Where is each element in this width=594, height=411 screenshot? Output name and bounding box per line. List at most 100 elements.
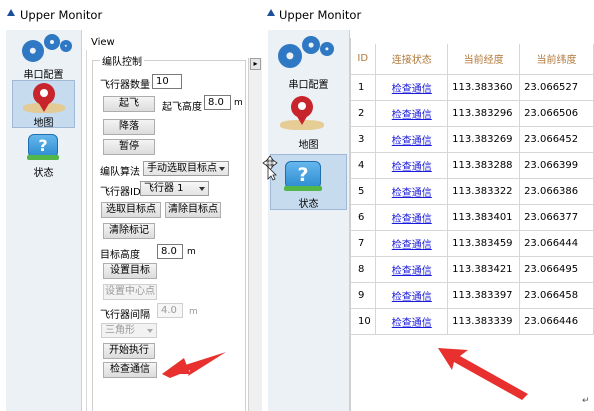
nav-label: 串口配置 bbox=[288, 80, 329, 91]
cell-connection-status[interactable]: 检查通信 bbox=[375, 308, 449, 335]
left-window-title: Upper Monitor bbox=[20, 8, 103, 22]
check-comm-link[interactable]: 检查通信 bbox=[392, 136, 432, 147]
takeoff-height-unit: m bbox=[234, 98, 243, 108]
table-row[interactable]: 2 检查通信 113.383296 23.066506 bbox=[350, 100, 594, 127]
drone-id-select[interactable]: 飞行器 1 bbox=[140, 181, 209, 196]
column-header-status[interactable]: 连接状态 bbox=[375, 44, 449, 75]
spacing-input[interactable]: 4.0 bbox=[157, 303, 183, 318]
cell-longitude: 113.383397 bbox=[447, 282, 521, 309]
table-row[interactable]: 4 检查通信 113.383288 23.066399 bbox=[350, 152, 594, 179]
nav-item-status[interactable]: ? 状态 bbox=[270, 154, 347, 210]
app-logo-icon bbox=[266, 8, 276, 18]
check-comm-link[interactable]: 检查通信 bbox=[392, 292, 432, 303]
cell-id: 3 bbox=[350, 126, 377, 153]
right-titlebar: Upper Monitor bbox=[264, 0, 594, 30]
formation-algo-select[interactable]: 手动选取目标点 bbox=[143, 161, 229, 176]
table-row[interactable]: 5 检查通信 113.383322 23.066386 bbox=[350, 178, 594, 205]
cell-longitude: 113.383296 bbox=[447, 100, 521, 127]
chevron-down-icon bbox=[147, 329, 153, 333]
left-titlebar: Upper Monitor bbox=[0, 0, 262, 30]
nav-item-map[interactable]: 地图 bbox=[268, 92, 349, 151]
nav-label: 串口配置 bbox=[23, 70, 64, 81]
pause-button[interactable]: 暂停 bbox=[103, 139, 155, 155]
cell-connection-status[interactable]: 检查通信 bbox=[375, 230, 449, 257]
vertical-scrollbar[interactable] bbox=[248, 58, 262, 411]
clear-marks-button[interactable]: 清除标记 bbox=[103, 223, 155, 239]
table-row[interactable]: 9 检查通信 113.383397 23.066458 bbox=[350, 282, 594, 309]
check-comm-link[interactable]: 检查通信 bbox=[392, 214, 432, 225]
move-cursor-icon bbox=[262, 155, 278, 181]
scroll-arrow-icon[interactable]: ▸ bbox=[250, 58, 261, 70]
cell-id: 9 bbox=[350, 282, 377, 309]
check-comm-button[interactable]: 检查通信 bbox=[103, 362, 157, 378]
nav-item-serial-config[interactable]: 串口配置 bbox=[268, 30, 349, 91]
question-icon: ? bbox=[284, 161, 322, 191]
cell-longitude: 113.383322 bbox=[447, 178, 521, 205]
takeoff-height-label: 起飞高度 bbox=[162, 102, 202, 113]
cell-id: 10 bbox=[350, 308, 377, 335]
check-comm-link[interactable]: 检查通信 bbox=[392, 162, 432, 173]
right-window-title: Upper Monitor bbox=[279, 8, 362, 22]
view-label: View bbox=[91, 37, 115, 48]
column-header-longitude[interactable]: 当前经度 bbox=[447, 44, 521, 75]
cell-connection-status[interactable]: 检查通信 bbox=[375, 74, 449, 101]
map-pin-icon bbox=[23, 83, 65, 113]
spacing-label: 飞行器间隔 bbox=[100, 310, 150, 321]
nav-item-serial-config[interactable]: 串口配置 bbox=[6, 30, 81, 81]
cell-connection-status[interactable]: 检查通信 bbox=[375, 256, 449, 283]
land-button[interactable]: 降落 bbox=[103, 119, 155, 135]
left-nav-sidebar: 串口配置 地图 ? 状态 bbox=[6, 30, 82, 411]
cell-id: 5 bbox=[350, 178, 377, 205]
cell-longitude: 113.383269 bbox=[447, 126, 521, 153]
cell-latitude: 23.066399 bbox=[519, 152, 594, 179]
cell-id: 7 bbox=[350, 230, 377, 257]
table-row[interactable]: 3 检查通信 113.383269 23.066452 bbox=[350, 126, 594, 153]
cell-connection-status[interactable]: 检查通信 bbox=[375, 126, 449, 153]
target-height-label: 目标高度 bbox=[100, 250, 140, 261]
clear-target-button[interactable]: 清除目标点 bbox=[165, 202, 221, 218]
column-header-id[interactable]: ID bbox=[350, 44, 377, 75]
cell-connection-status[interactable]: 检查通信 bbox=[375, 282, 449, 309]
takeoff-height-input[interactable]: 8.0 bbox=[204, 95, 231, 110]
drone-count-input[interactable]: 10 bbox=[152, 74, 182, 89]
status-table: ID 连接状态 当前经度 当前纬度 1 检查通信 113.383360 23.0665… bbox=[350, 44, 594, 335]
view-header: View bbox=[86, 35, 248, 49]
check-comm-link[interactable]: 检查通信 bbox=[392, 84, 432, 95]
cell-latitude: 23.066377 bbox=[519, 204, 594, 231]
cell-connection-status[interactable]: 检查通信 bbox=[375, 152, 449, 179]
drone-id-label: 飞行器ID bbox=[100, 187, 141, 198]
set-center-button[interactable]: 设置中心点 bbox=[103, 284, 157, 300]
pick-target-button[interactable]: 选取目标点 bbox=[101, 202, 161, 218]
check-comm-link[interactable]: 检查通信 bbox=[392, 188, 432, 199]
table-row[interactable]: 1 检查通信 113.383360 23.066527 bbox=[350, 74, 594, 101]
map-pin-icon bbox=[280, 96, 324, 130]
target-height-input[interactable]: 8.0 bbox=[157, 244, 183, 259]
select-value: 三角形 bbox=[105, 325, 135, 336]
table-row[interactable]: 7 检查通信 113.383459 23.066444 bbox=[350, 230, 594, 257]
start-button[interactable]: 开始执行 bbox=[103, 343, 155, 359]
column-header-latitude[interactable]: 当前纬度 bbox=[519, 44, 594, 75]
table-row[interactable]: 8 检查通信 113.383421 23.066495 bbox=[350, 256, 594, 283]
cell-connection-status[interactable]: 检查通信 bbox=[375, 204, 449, 231]
nav-item-status[interactable]: ? 状态 bbox=[6, 130, 81, 179]
cell-connection-status[interactable]: 检查通信 bbox=[375, 178, 449, 205]
chevron-down-icon bbox=[199, 187, 205, 191]
check-comm-link[interactable]: 检查通信 bbox=[392, 240, 432, 251]
check-comm-link[interactable]: 检查通信 bbox=[392, 318, 432, 329]
nav-item-map[interactable]: 地图 bbox=[12, 80, 75, 129]
check-comm-link[interactable]: 检查通信 bbox=[392, 110, 432, 121]
shape-select[interactable]: 三角形 bbox=[101, 323, 157, 338]
nav-label: 地图 bbox=[298, 140, 319, 151]
cell-latitude: 23.066444 bbox=[519, 230, 594, 257]
table-header-row: ID 连接状态 当前经度 当前纬度 bbox=[350, 44, 594, 75]
cell-latitude: 23.066458 bbox=[519, 282, 594, 309]
takeoff-button[interactable]: 起飞 bbox=[103, 96, 155, 112]
table-row[interactable]: 10 检查通信 113.383339 23.066446 bbox=[350, 308, 594, 335]
cell-connection-status[interactable]: 检查通信 bbox=[375, 100, 449, 127]
set-target-button[interactable]: 设置目标 bbox=[103, 263, 157, 279]
table-row[interactable]: 6 检查通信 113.383401 23.066377 bbox=[350, 204, 594, 231]
cell-latitude: 23.066495 bbox=[519, 256, 594, 283]
cell-latitude: 23.066452 bbox=[519, 126, 594, 153]
cell-id: 2 bbox=[350, 100, 377, 127]
check-comm-link[interactable]: 检查通信 bbox=[392, 266, 432, 277]
